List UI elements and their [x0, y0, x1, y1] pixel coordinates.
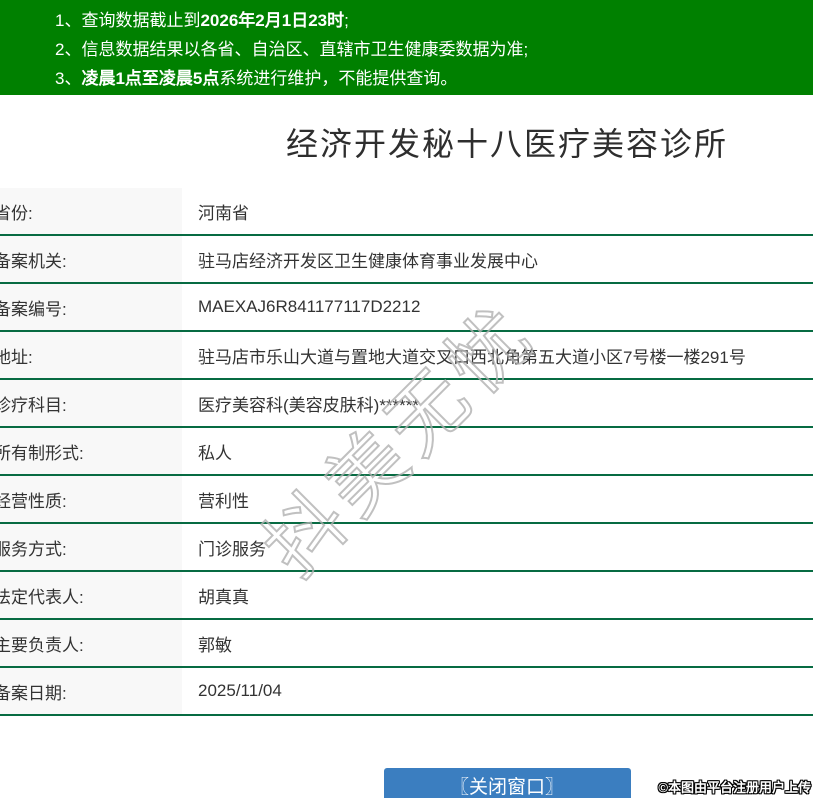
page-container: 1、查询数据截止到2026年2月1日23时; 2、信息数据结果以各省、自治区、直…	[0, 0, 813, 798]
field-value: 驻马店经济开发区卫生健康体育事业发展中心	[182, 236, 813, 282]
field-value: 私人	[182, 428, 813, 474]
field-value: MAEXAJ6R841177117D2212	[182, 284, 813, 330]
notice-bar: 1、查询数据截止到2026年2月1日23时; 2、信息数据结果以各省、自治区、直…	[0, 0, 813, 95]
notice-line-1: 1、查询数据截止到2026年2月1日23时;	[55, 6, 813, 35]
field-value: 医疗美容科(美容皮肤科)******	[182, 380, 813, 426]
field-value: 营利性	[182, 476, 813, 522]
table-row-filing-number: 备案编号: MAEXAJ6R841177117D2212	[0, 284, 813, 332]
field-label: 备案日期:	[0, 668, 182, 714]
field-label: 备案机关:	[0, 236, 182, 282]
field-value: 河南省	[182, 188, 813, 234]
notice-2-pre: 2、信息数据结果以各省、自治区、直辖市卫生健康委数据为准;	[55, 40, 528, 59]
copyright-overlay: ©本图由平台注册用户上传	[658, 777, 811, 796]
field-label: 服务方式:	[0, 524, 182, 570]
table-row-legal-representative: 法定代表人: 胡真真	[0, 572, 813, 620]
table-row-address: 地址: 驻马店市乐山大道与置地大道交叉口西北角第五大道小区7号楼一楼291号	[0, 332, 813, 380]
field-label: 诊疗科目:	[0, 380, 182, 426]
notice-3-post: 系统进行维护，不能提供查询。	[219, 69, 457, 88]
field-value: 胡真真	[182, 572, 813, 618]
notice-line-2: 2、信息数据结果以各省、自治区、直辖市卫生健康委数据为准;	[55, 35, 813, 64]
field-label: 法定代表人:	[0, 572, 182, 618]
notice-line-3: 3、凌晨1点至凌晨5点系统进行维护，不能提供查询。	[55, 64, 813, 93]
field-label: 备案编号:	[0, 284, 182, 330]
field-label: 地址:	[0, 332, 182, 378]
notice-3-bold: 凌晨1点至凌晨5点	[81, 69, 219, 88]
notice-3-pre: 3、	[55, 69, 81, 88]
table-row-ownership: 所有制形式: 私人	[0, 428, 813, 476]
table-row-service-mode: 服务方式: 门诊服务	[0, 524, 813, 572]
notice-1-bold: 2026年2月1日23时	[200, 11, 344, 30]
table-row-filing-date: 备案日期: 2025/11/04	[0, 668, 813, 716]
info-table: 省份: 河南省 备案机关: 驻马店经济开发区卫生健康体育事业发展中心 备案编号:…	[0, 188, 813, 716]
table-row-person-in-charge: 主要负责人: 郭敏	[0, 620, 813, 668]
notice-1-post: ;	[344, 11, 349, 30]
title-area: 经济开发秘十八医疗美容诊所	[0, 95, 813, 188]
field-value: 2025/11/04	[182, 668, 813, 714]
field-value: 郭敏	[182, 620, 813, 666]
field-value: 驻马店市乐山大道与置地大道交叉口西北角第五大道小区7号楼一楼291号	[182, 332, 813, 378]
table-row-filing-authority: 备案机关: 驻马店经济开发区卫生健康体育事业发展中心	[0, 236, 813, 284]
close-window-button[interactable]: 〖关闭窗口〗	[384, 768, 631, 798]
table-row-operation-nature: 经营性质: 营利性	[0, 476, 813, 524]
field-label: 省份:	[0, 188, 182, 234]
notice-1-pre: 1、查询数据截止到	[55, 11, 200, 30]
page-title: 经济开发秘十八医疗美容诊所	[286, 119, 728, 165]
field-value: 门诊服务	[182, 524, 813, 570]
table-row-province: 省份: 河南省	[0, 188, 813, 236]
field-label: 经营性质:	[0, 476, 182, 522]
field-label: 主要负责人:	[0, 620, 182, 666]
table-row-departments: 诊疗科目: 医疗美容科(美容皮肤科)******	[0, 380, 813, 428]
field-label: 所有制形式:	[0, 428, 182, 474]
